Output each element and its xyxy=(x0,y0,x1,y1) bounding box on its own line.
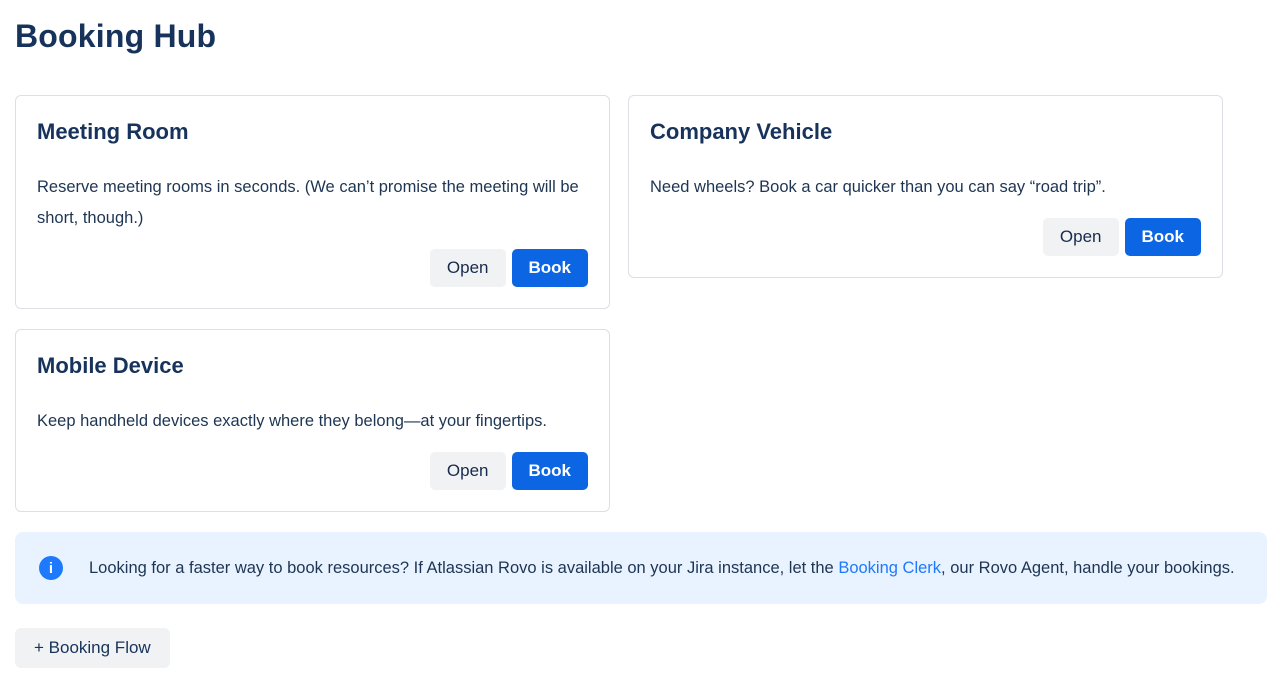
info-icon: i xyxy=(39,556,63,580)
page-title: Booking Hub xyxy=(15,18,1267,55)
card-description-meeting-room: Reserve meeting rooms in seconds. (We ca… xyxy=(37,172,588,234)
card-meeting-room: Meeting Room Reserve meeting rooms in se… xyxy=(15,95,610,309)
booking-clerk-link[interactable]: Booking Clerk xyxy=(838,559,941,577)
info-banner-text: Looking for a faster way to book resourc… xyxy=(89,552,1235,585)
book-button-company-vehicle[interactable]: Book xyxy=(1125,218,1202,256)
open-button-meeting-room[interactable]: Open xyxy=(430,249,506,287)
card-company-vehicle: Company Vehicle Need wheels? Book a car … xyxy=(628,95,1223,278)
resource-cards-grid: Meeting Room Reserve meeting rooms in se… xyxy=(15,95,1267,512)
card-description-company-vehicle: Need wheels? Book a car quicker than you… xyxy=(650,172,1201,203)
card-actions: Open Book xyxy=(37,249,588,287)
info-banner-text-before-link: Looking for a faster way to book resourc… xyxy=(89,559,838,577)
open-button-mobile-device[interactable]: Open xyxy=(430,452,506,490)
add-booking-flow-button[interactable]: + Booking Flow xyxy=(15,628,170,668)
book-button-mobile-device[interactable]: Book xyxy=(512,452,589,490)
card-mobile-device: Mobile Device Keep handheld devices exac… xyxy=(15,329,610,512)
card-description-mobile-device: Keep handheld devices exactly where they… xyxy=(37,406,588,437)
card-title-meeting-room: Meeting Room xyxy=(37,119,588,145)
card-actions: Open Book xyxy=(650,218,1201,256)
card-title-mobile-device: Mobile Device xyxy=(37,353,588,379)
book-button-meeting-room[interactable]: Book xyxy=(512,249,589,287)
info-banner: i Looking for a faster way to book resou… xyxy=(15,532,1267,604)
card-title-company-vehicle: Company Vehicle xyxy=(650,119,1201,145)
info-banner-text-after-link: , our Rovo Agent, handle your bookings. xyxy=(941,559,1235,577)
open-button-company-vehicle[interactable]: Open xyxy=(1043,218,1119,256)
card-actions: Open Book xyxy=(37,452,588,490)
